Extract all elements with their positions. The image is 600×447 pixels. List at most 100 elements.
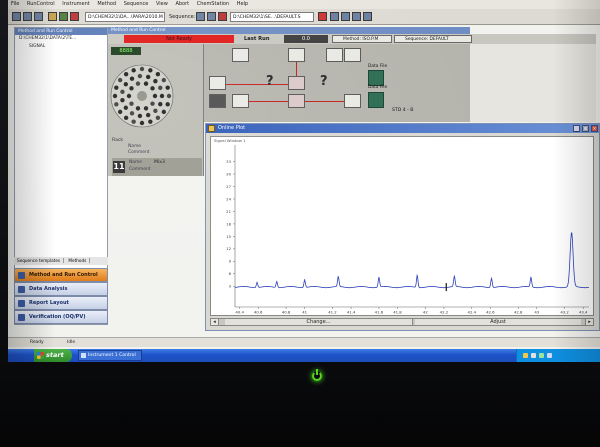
vial-slot[interactable]: [139, 66, 145, 72]
vial-slot[interactable]: [145, 112, 151, 118]
vial-slot[interactable]: [158, 101, 163, 107]
tree-item-signal[interactable]: SIGNAL: [15, 43, 107, 51]
vial-slot[interactable]: [155, 71, 161, 77]
vial-slot[interactable]: [135, 81, 141, 86]
sequence-path-field[interactable]: D:\CHEM32\1\SE...\DEFAULT.S: [230, 12, 314, 22]
detector-a-button[interactable]: [288, 76, 305, 90]
tree-item-data-folder[interactable]: D:\CHEM32\1\DATA\2\TE...: [15, 35, 107, 43]
valve-button[interactable]: [232, 94, 249, 108]
menu-help[interactable]: Help: [237, 1, 248, 7]
menu-chemstation[interactable]: ChemStation: [197, 1, 229, 7]
vial-slot[interactable]: [145, 74, 151, 80]
current-method[interactable]: Method: ISO.P.M: [332, 35, 392, 43]
menu-method[interactable]: Method: [97, 1, 116, 7]
vial-slot[interactable]: [166, 93, 172, 99]
pump-module-button[interactable]: [288, 48, 305, 62]
vial-slot[interactable]: [153, 108, 158, 114]
tab-methods[interactable]: Methods: [65, 258, 91, 263]
vial-slot[interactable]: [131, 68, 136, 73]
nav-verification[interactable]: Verification (OQ/PV): [14, 310, 108, 324]
minimize-icon[interactable]: _: [573, 125, 580, 132]
nav-data-analysis[interactable]: Data Analysis: [14, 282, 108, 296]
vial-slot[interactable]: [117, 109, 123, 115]
vial-slot[interactable]: [165, 85, 170, 90]
snapshot-icon[interactable]: [341, 12, 350, 21]
vial-slot[interactable]: [150, 86, 155, 91]
vial-slot[interactable]: [137, 73, 143, 79]
vial-slot[interactable]: [161, 77, 167, 83]
load-sequence-icon[interactable]: [196, 12, 205, 21]
print-icon[interactable]: [34, 12, 43, 21]
sampler-module-button[interactable]: [232, 48, 249, 62]
data-file-b-icon[interactable]: [368, 92, 384, 108]
data-file-a-icon[interactable]: [368, 70, 384, 86]
menu-abort[interactable]: Abort: [175, 1, 189, 7]
column-button[interactable]: [209, 94, 226, 108]
vial-slot[interactable]: [153, 78, 158, 84]
vial-slot[interactable]: [129, 111, 135, 116]
method-path-field[interactable]: D:\CHEM32\1\DA...\PARA\2010.M: [85, 12, 165, 22]
taskbar-instrument-window[interactable]: Instrument 1 Control: [78, 350, 142, 361]
nav-report-layout[interactable]: Report Layout: [14, 296, 108, 310]
vial-slot[interactable]: [123, 82, 129, 87]
tab-sequence-templates[interactable]: Sequence templates: [14, 258, 65, 263]
nav-method-and-run-control[interactable]: Method and Run Control: [14, 268, 108, 282]
instrument-status-icon[interactable]: [318, 12, 327, 21]
vial-slot[interactable]: [143, 106, 149, 111]
maximize-icon[interactable]: □: [582, 125, 589, 132]
update-icon[interactable]: [547, 353, 552, 358]
scroll-right-icon[interactable]: ▸: [585, 319, 593, 325]
current-sequence[interactable]: Sequence: DEFAULT: [394, 35, 472, 43]
stop-icon[interactable]: [70, 12, 79, 21]
volume-icon[interactable]: [531, 353, 536, 358]
vial-slot[interactable]: [150, 101, 155, 106]
run-method-icon[interactable]: [59, 12, 68, 21]
start-button[interactable]: start: [34, 349, 72, 362]
vial-slot[interactable]: [139, 120, 145, 126]
menu-instrument[interactable]: Instrument: [62, 1, 90, 7]
vial-slot[interactable]: [129, 76, 135, 81]
vial-slot[interactable]: [143, 81, 149, 86]
vial-slot[interactable]: [114, 102, 119, 107]
vial-slot[interactable]: [165, 102, 170, 107]
online-plot-titlebar[interactable]: Online Plot: [206, 124, 599, 133]
stop-sequence-icon[interactable]: [218, 12, 227, 21]
help-icon[interactable]: [363, 12, 372, 21]
vial-slot[interactable]: [120, 97, 125, 103]
vial-slot[interactable]: [158, 85, 163, 91]
vial-slot[interactable]: [123, 105, 129, 110]
menu-runcontrol[interactable]: RunControl: [27, 1, 55, 7]
option-icon[interactable]: [344, 48, 361, 62]
vial-slot[interactable]: [135, 106, 141, 111]
menu-sequence[interactable]: Sequence: [124, 1, 149, 7]
close-icon[interactable]: ×: [591, 125, 598, 132]
vial-slot[interactable]: [126, 93, 132, 99]
vial-slot[interactable]: [161, 109, 167, 115]
vial-slot[interactable]: [148, 68, 153, 73]
vial-slot[interactable]: [117, 77, 123, 83]
injector-button[interactable]: [209, 76, 226, 90]
adjust-button[interactable]: Adjust: [415, 319, 581, 325]
vial-slot[interactable]: [123, 115, 129, 121]
menu-file[interactable]: File: [11, 1, 19, 7]
signal-selector-icon[interactable]: [344, 94, 361, 108]
vial-slot[interactable]: [159, 93, 165, 99]
load-method-icon[interactable]: [48, 12, 57, 21]
timer-icon[interactable]: [326, 48, 343, 62]
network-icon[interactable]: [523, 353, 528, 358]
detector-b-button[interactable]: [288, 94, 305, 108]
security-icon[interactable]: [539, 353, 544, 358]
save-icon[interactable]: [23, 12, 32, 21]
vial-slot[interactable]: [129, 86, 134, 91]
vial-slot[interactable]: [129, 101, 134, 106]
vial-slot[interactable]: [152, 93, 158, 99]
vial-slot[interactable]: [123, 71, 129, 77]
vial-slot[interactable]: [131, 119, 136, 124]
scroll-left-icon[interactable]: ◂: [211, 319, 219, 325]
vial-slot[interactable]: [137, 113, 143, 119]
vial-slot[interactable]: [155, 115, 161, 121]
vial-slot[interactable]: [148, 119, 153, 124]
settings-icon[interactable]: [352, 12, 361, 21]
save-sequence-icon[interactable]: [207, 12, 216, 21]
open-icon[interactable]: [12, 12, 21, 21]
